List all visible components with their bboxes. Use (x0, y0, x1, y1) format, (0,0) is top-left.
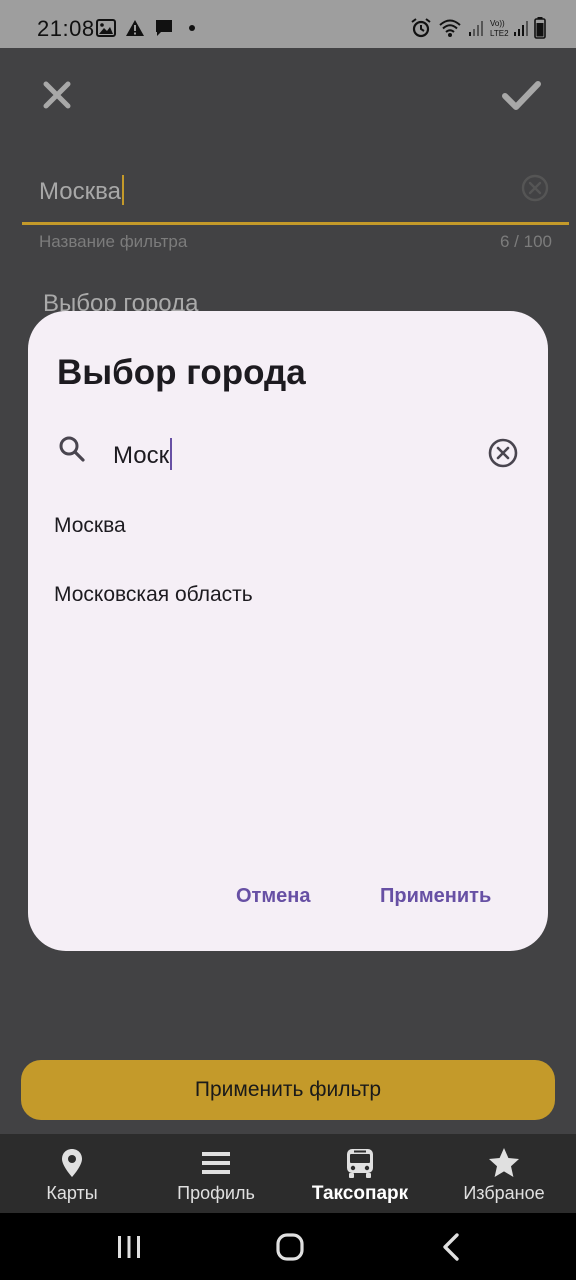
cancel-button[interactable]: Отмена (236, 885, 310, 908)
svg-text:LTE2: LTE2 (490, 29, 509, 38)
warning-icon (126, 20, 144, 36)
nav-label: Избраное (463, 1183, 545, 1203)
bottom-navigation: Карты Профиль Таксопарк Избраное (0, 1134, 576, 1213)
battery-icon (534, 17, 546, 39)
dialog-title: Выбор города (57, 353, 306, 392)
nav-label: Карты (46, 1183, 98, 1203)
text-caret (170, 438, 173, 470)
filter-name-hint: Название фильтра (39, 232, 188, 251)
message-icon (156, 20, 172, 36)
system-navigation-bar (0, 1213, 576, 1280)
menu-icon (202, 1152, 230, 1174)
back-icon[interactable] (434, 1229, 470, 1265)
filter-name-input[interactable]: Москва (22, 153, 569, 225)
dot-icon (189, 25, 195, 31)
alarm-icon (411, 18, 431, 38)
recents-icon[interactable] (111, 1229, 147, 1265)
notification-icons (96, 17, 195, 39)
nav-item-profile[interactable]: Профиль (144, 1134, 288, 1213)
status-bar: 21:08 Vo)) LTE2 (0, 0, 576, 48)
city-result-item[interactable]: Москва (54, 514, 126, 538)
nav-item-favorites[interactable]: Избраное (432, 1134, 576, 1213)
image-icon (96, 19, 116, 37)
city-picker-dialog: Выбор города Моск Москва Московская обла… (28, 311, 548, 951)
nav-item-maps[interactable]: Карты (0, 1134, 144, 1213)
home-icon[interactable] (272, 1229, 308, 1265)
search-icon (59, 436, 85, 462)
check-icon[interactable] (500, 74, 542, 116)
system-status-icons: Vo)) LTE2 (410, 16, 546, 40)
text-caret (121, 175, 124, 205)
apply-button[interactable]: Применить (380, 885, 491, 908)
filter-name-value[interactable]: Москва (39, 175, 124, 206)
star-icon (489, 1148, 519, 1177)
svg-text:Vo)): Vo)) (490, 19, 505, 28)
city-result-item[interactable]: Московская область (54, 583, 253, 607)
lte-signal-icon: Vo))LTE2 (490, 19, 528, 38)
status-time: 21:08 (37, 16, 95, 41)
nav-label: Таксопарк (311, 1183, 409, 1204)
wifi-icon (439, 19, 461, 37)
clear-icon[interactable] (520, 173, 550, 203)
filter-name-counter: 6 / 100 (500, 232, 552, 251)
map-pin-icon (62, 1149, 82, 1177)
bus-icon (347, 1149, 373, 1178)
city-search-input[interactable]: Моск (113, 438, 173, 470)
nav-item-taxi-park[interactable]: Таксопарк (288, 1134, 432, 1213)
signal-icon (469, 21, 483, 36)
close-icon[interactable] (38, 76, 76, 114)
clear-search-icon[interactable] (487, 437, 519, 469)
nav-label: Профиль (177, 1183, 255, 1203)
apply-filter-button[interactable]: Применить фильтр (21, 1060, 555, 1120)
